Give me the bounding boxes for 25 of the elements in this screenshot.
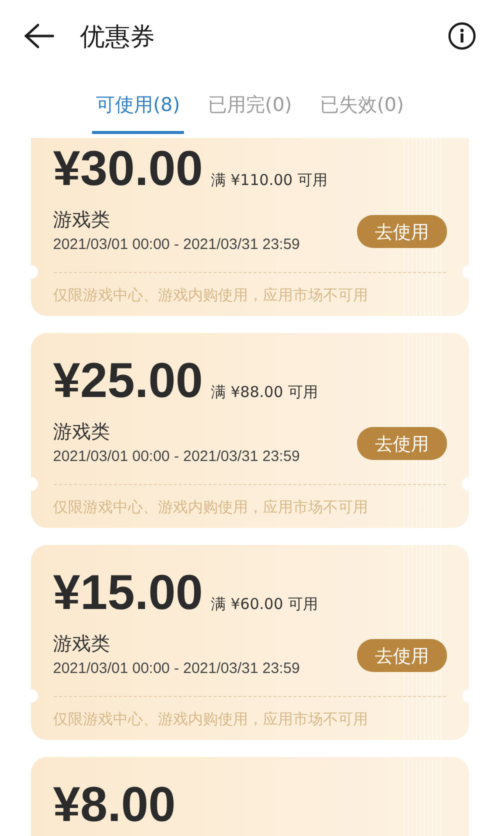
- coupon-amount: ¥25.00: [53, 353, 203, 409]
- coupon-category: 游戏类: [53, 632, 111, 657]
- usage-note: 仅限游戏中心、游戏内购使用，应用市场不可用: [53, 709, 369, 730]
- tab[interactable]: 已用完(0): [204, 90, 296, 134]
- use-button[interactable]: 去使用: [357, 427, 447, 460]
- info-icon[interactable]: [448, 22, 476, 50]
- usage-condition: 满 ¥88.00 可用: [210, 383, 318, 402]
- coupon-amount: ¥15.00: [53, 565, 203, 621]
- use-button[interactable]: 去使用: [357, 639, 447, 672]
- usage-condition: 满 ¥110.00 可用: [210, 171, 328, 190]
- coupon-amount: ¥30.00: [53, 141, 203, 197]
- validity-period: 2021/03/01 00:00 - 2021/03/31 23:59: [53, 235, 300, 255]
- usage-note: 仅限游戏中心、游戏内购使用，应用市场不可用: [53, 285, 369, 306]
- tab[interactable]: 可使用(8): [92, 90, 184, 134]
- usage-note: 仅限游戏中心、游戏内购使用，应用市场不可用: [53, 497, 369, 518]
- coupon-category: 游戏类: [53, 420, 111, 445]
- back-icon[interactable]: [24, 23, 54, 49]
- usage-condition: 满 ¥60.00 可用: [210, 595, 318, 614]
- validity-period: 2021/03/01 00:00 - 2021/03/31 23:59: [53, 447, 300, 467]
- validity-period: 2021/03/01 00:00 - 2021/03/31 23:59: [53, 659, 300, 679]
- use-button[interactable]: 去使用: [357, 215, 447, 248]
- page-title: 优惠券: [80, 20, 156, 52]
- tab[interactable]: 已失效(0): [316, 90, 408, 134]
- coupon-category: 游戏类: [53, 208, 111, 233]
- coupon-amount: ¥8.00: [53, 777, 176, 833]
